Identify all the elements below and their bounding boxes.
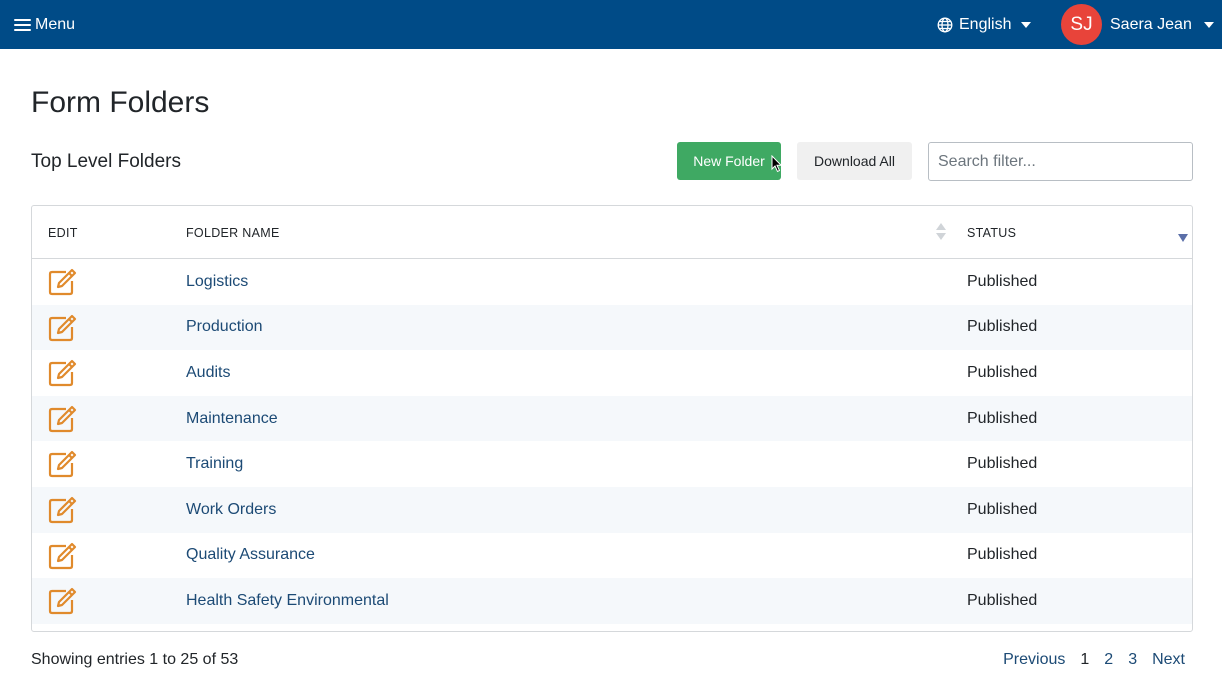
table-row: Maintenance Published bbox=[32, 395, 1192, 442]
column-header-status[interactable]: STATUS bbox=[967, 206, 1016, 259]
table-row: Work Orders Published bbox=[32, 486, 1192, 533]
status-text: Published bbox=[967, 318, 1038, 336]
column-header-folder-name[interactable]: FOLDER NAME bbox=[186, 206, 280, 259]
hamburger-icon bbox=[14, 18, 31, 31]
folder-name-link[interactable]: Work Orders bbox=[186, 487, 276, 533]
table-body: Logistics Published Production Published Aud… bbox=[32, 259, 1192, 624]
caret-down-icon bbox=[1021, 21, 1032, 28]
status-text: Published bbox=[967, 455, 1038, 473]
mouse-cursor-icon bbox=[771, 155, 782, 173]
folder-name-link[interactable]: Quality Assurance bbox=[186, 533, 315, 579]
section-title: Top Level Folders bbox=[31, 151, 181, 172]
avatar: SJ bbox=[1061, 4, 1102, 45]
status-text: Published bbox=[967, 591, 1038, 609]
menu-button[interactable]: Menu bbox=[14, 0, 75, 49]
table-row: Production Published bbox=[32, 304, 1192, 351]
sort-desc-icon[interactable] bbox=[1178, 234, 1188, 242]
menu-label: Menu bbox=[35, 15, 76, 33]
language-label: English bbox=[959, 15, 1012, 33]
pagination-page-1[interactable]: 1 bbox=[1080, 651, 1089, 669]
edit-icon[interactable] bbox=[47, 542, 77, 570]
column-header-edit: EDIT bbox=[48, 225, 78, 240]
edit-icon[interactable] bbox=[47, 405, 77, 433]
folder-name-link[interactable]: Training bbox=[186, 441, 243, 487]
language-selector[interactable]: English bbox=[937, 0, 1032, 49]
folder-name-link[interactable]: Maintenance bbox=[186, 396, 278, 442]
caret-down-icon bbox=[1203, 21, 1214, 28]
folder-name-link[interactable]: Audits bbox=[186, 350, 230, 396]
top-navbar: Menu English SJ Saera Jean bbox=[0, 0, 1222, 49]
table-row: Logistics Published bbox=[32, 259, 1192, 305]
sort-icon[interactable] bbox=[936, 223, 946, 241]
folder-name-link[interactable]: Production bbox=[186, 305, 263, 351]
table-header: EDIT FOLDER NAME STATUS bbox=[32, 206, 1192, 259]
edit-icon[interactable] bbox=[47, 268, 77, 296]
status-text: Published bbox=[967, 409, 1038, 427]
folder-name-link[interactable]: Logistics bbox=[186, 259, 248, 305]
new-folder-button[interactable]: New Folder bbox=[677, 142, 781, 180]
status-text: Published bbox=[967, 272, 1038, 290]
edit-icon[interactable] bbox=[47, 496, 77, 524]
folder-name-link[interactable]: Health Safety Environmental bbox=[186, 578, 389, 624]
folders-table: EDIT FOLDER NAME STATUS Logistics Publish… bbox=[31, 205, 1193, 632]
edit-icon[interactable] bbox=[47, 314, 77, 342]
edit-icon[interactable] bbox=[47, 450, 77, 478]
user-name: Saera Jean bbox=[1110, 15, 1192, 33]
pagination: Previous 1 2 3 Next bbox=[1003, 651, 1185, 669]
status-text: Published bbox=[967, 363, 1038, 381]
entries-info: Showing entries 1 to 25 of 53 bbox=[31, 651, 239, 668]
pagination-previous[interactable]: Previous bbox=[1003, 651, 1065, 669]
table-row: Health Safety Environmental Published bbox=[32, 578, 1192, 624]
pagination-page-3[interactable]: 3 bbox=[1128, 651, 1137, 669]
search-input[interactable] bbox=[928, 142, 1193, 181]
globe-icon bbox=[937, 17, 953, 32]
user-menu[interactable]: SJ Saera Jean bbox=[1061, 0, 1214, 49]
table-row: Audits Published bbox=[32, 350, 1192, 396]
table-row: Quality Assurance Published bbox=[32, 533, 1192, 579]
edit-icon[interactable] bbox=[47, 587, 77, 615]
status-text: Published bbox=[967, 500, 1038, 518]
status-text: Published bbox=[967, 546, 1038, 564]
download-all-button[interactable]: Download All bbox=[797, 142, 912, 180]
pagination-page-2[interactable]: 2 bbox=[1104, 651, 1113, 669]
pagination-next[interactable]: Next bbox=[1152, 651, 1185, 669]
edit-icon[interactable] bbox=[47, 359, 77, 387]
page-title: Form Folders bbox=[31, 86, 210, 119]
table-row: Training Published bbox=[32, 441, 1192, 487]
